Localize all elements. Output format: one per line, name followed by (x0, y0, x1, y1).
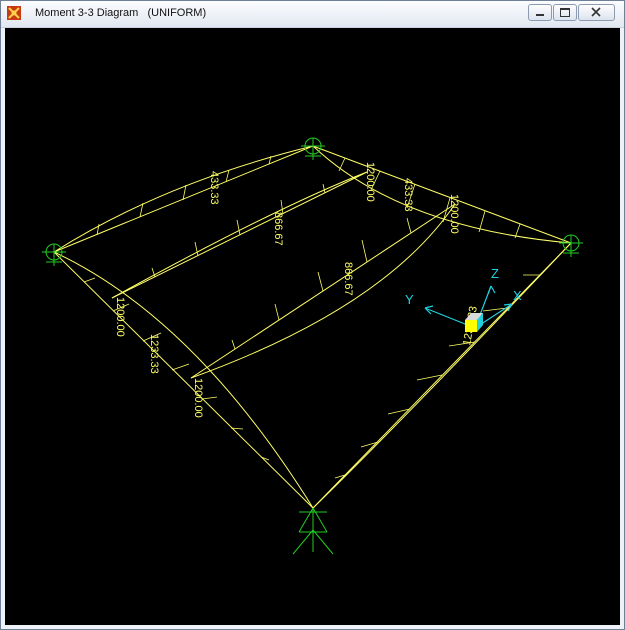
moment-label: 1200.00 (114, 297, 126, 337)
moment-curves (53, 145, 572, 509)
moment-label: 866.67 (272, 212, 284, 246)
minimize-button[interactable] (528, 4, 552, 21)
support-front[interactable] (292, 507, 334, 555)
moment-label: 866.67 (342, 262, 354, 296)
sap-app-icon[interactable] (7, 6, 21, 20)
axes-triad: Y Z X (405, 266, 522, 332)
title-bar[interactable]: Moment 3-3 Diagram (UNIFORM) (1, 1, 624, 28)
supports (42, 137, 583, 555)
moment-diagram-window: Moment 3-3 Diagram (UNIFORM) 433.33 1200… (0, 0, 625, 630)
moment-label: 433.33 (402, 178, 414, 212)
moment-label: 1200.00 (448, 194, 460, 234)
member-right-back (312, 145, 572, 244)
support-right[interactable] (559, 234, 583, 257)
window-title: Moment 3-3 Diagram (UNIFORM) (35, 7, 207, 19)
diagram-viewport[interactable]: 433.33 1200.00 433.33 1200.00 866.67 866… (5, 28, 620, 625)
moment-labels: 433.33 1200.00 433.33 1200.00 866.67 866… (114, 162, 480, 418)
axis-x-label: X (513, 288, 522, 303)
axis-z-label: Z (491, 266, 499, 281)
moment-label: 1200.00 (364, 162, 376, 202)
beam-inner-1 (111, 171, 368, 299)
axis-y-label: Y (405, 292, 414, 307)
member-left-front (53, 251, 314, 509)
frame-members (53, 145, 572, 509)
moment-label: 1200.00 (192, 378, 204, 418)
moment-label: 1233.33 (148, 334, 160, 374)
frame-diagram: 433.33 1200.00 433.33 1200.00 866.67 866… (42, 137, 583, 555)
moment-label: 433.33 (208, 171, 220, 205)
maximize-button[interactable] (553, 4, 577, 21)
close-icon (591, 7, 601, 17)
close-button[interactable] (578, 4, 615, 21)
